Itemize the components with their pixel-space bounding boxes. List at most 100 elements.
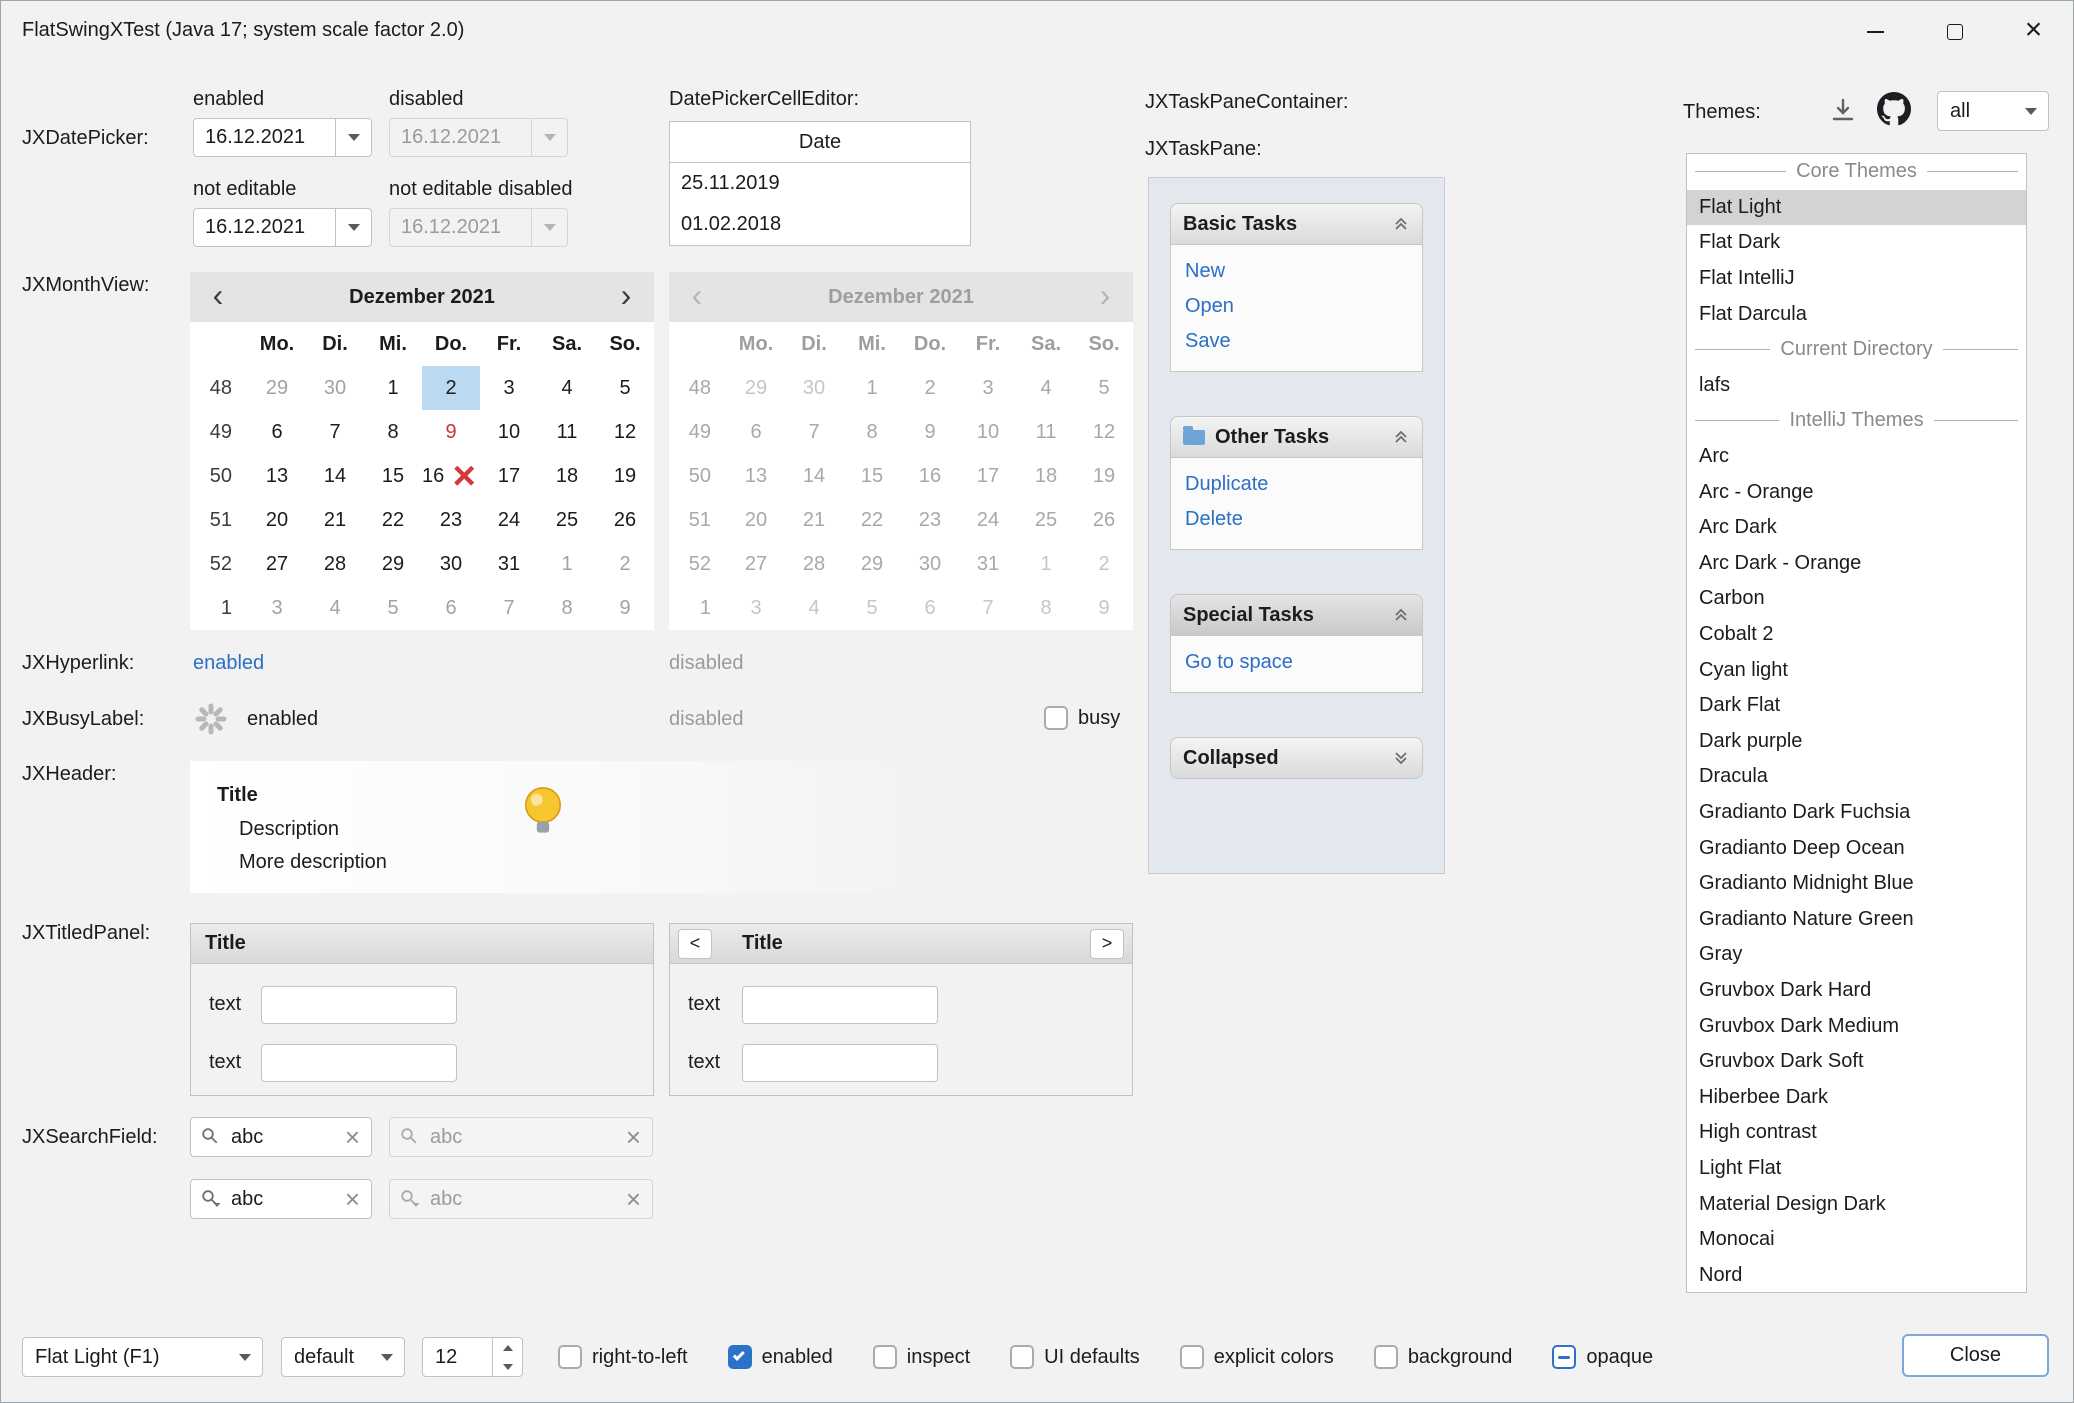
day-cell[interactable]: 8 [364, 410, 422, 454]
picker-dropdown-button[interactable] [335, 209, 371, 246]
search-input-value[interactable]: abc [222, 1126, 345, 1149]
task-link[interactable]: Open [1171, 289, 1422, 324]
day-cell[interactable]: 7 [480, 586, 538, 630]
search-icon[interactable] [200, 1126, 222, 1148]
font-combobox[interactable]: default [281, 1337, 405, 1377]
task-link[interactable]: Duplicate [1171, 467, 1422, 502]
day-cell[interactable]: 25 [538, 498, 596, 542]
theme-list-item[interactable]: Cyan light [1687, 652, 2026, 688]
month-view-enabled[interactable]: ‹Dezember 2021›Mo.Di.Mi.Do.Fr.Sa.So.4829… [190, 272, 654, 630]
theme-list-item[interactable]: Dark purple [1687, 724, 2026, 760]
theme-list-item[interactable]: Nord [1687, 1257, 2026, 1293]
day-cell[interactable]: 8 [538, 586, 596, 630]
theme-list-item[interactable]: Arc Dark [1687, 510, 2026, 546]
theme-list-item[interactable]: Gradianto Dark Fuchsia [1687, 795, 2026, 831]
maximize-button[interactable] [1915, 1, 1994, 63]
checkbox-right-to-left[interactable]: right-to-left [558, 1345, 688, 1369]
task-link[interactable]: Save [1171, 324, 1422, 359]
task-pane-header[interactable]: Special Tasks [1170, 594, 1423, 636]
download-icon[interactable] [1829, 96, 1857, 129]
theme-list-item[interactable]: Gruvbox Dark Hard [1687, 973, 2026, 1009]
day-cell[interactable]: 28 [306, 542, 364, 586]
day-cell[interactable]: 26 [596, 498, 654, 542]
checkbox-opaque[interactable]: opaque [1552, 1345, 1653, 1369]
theme-list-item[interactable]: Flat Light [1687, 190, 2026, 226]
day-cell[interactable]: 17 [480, 454, 538, 498]
day-cell[interactable]: 23 [422, 498, 480, 542]
day-cell[interactable]: 31 [480, 542, 538, 586]
theme-list-item[interactable]: Dracula [1687, 759, 2026, 795]
task-link[interactable]: Delete [1171, 502, 1422, 537]
theme-list-item[interactable]: Flat Darcula [1687, 296, 2026, 332]
font-size-spinner[interactable]: 12 [422, 1337, 523, 1377]
next-month-icon[interactable]: › [598, 279, 654, 315]
close-button[interactable]: Close [1902, 1334, 2049, 1377]
spinner-up-button[interactable] [493, 1338, 522, 1357]
text-field[interactable] [742, 986, 938, 1024]
task-link[interactable]: New [1171, 254, 1422, 289]
day-cell[interactable]: 5 [364, 586, 422, 630]
clear-icon[interactable]: × [345, 1186, 360, 1212]
clear-icon[interactable]: × [345, 1124, 360, 1150]
day-cell[interactable]: 15 [364, 454, 422, 498]
task-pane-header[interactable]: Other Tasks [1170, 416, 1423, 458]
theme-list-item[interactable]: Arc Dark - Orange [1687, 546, 2026, 582]
date-value[interactable]: 16.12.2021 [194, 126, 335, 149]
close-window-button[interactable]: × [1994, 1, 2073, 63]
day-cell[interactable]: 6 [422, 586, 480, 630]
day-cell[interactable]: 20 [248, 498, 306, 542]
theme-list-item[interactable]: Carbon [1687, 581, 2026, 617]
theme-list-item[interactable]: Arc [1687, 439, 2026, 475]
day-cell[interactable]: 2 [596, 542, 654, 586]
theme-list-item[interactable]: Gruvbox Dark Soft [1687, 1044, 2026, 1080]
day-cell[interactable]: 7 [306, 410, 364, 454]
theme-list-item[interactable]: Light Flat [1687, 1151, 2026, 1187]
collapse-icon[interactable] [1392, 606, 1410, 624]
theme-list-item[interactable]: Gruvbox Dark Medium [1687, 1008, 2026, 1044]
task-pane-header[interactable]: Collapsed [1170, 737, 1423, 779]
table-row[interactable]: 25.11.2019 [670, 163, 970, 204]
theme-list-item[interactable]: Arc - Orange [1687, 474, 2026, 510]
day-cell[interactable]: 5 [596, 366, 654, 410]
search-field-with-menu[interactable]: abc× [190, 1179, 372, 1219]
search-menu-icon[interactable] [200, 1188, 222, 1210]
theme-list-item[interactable]: Gradianto Deep Ocean [1687, 830, 2026, 866]
table-row[interactable]: 01.02.2018 [670, 204, 970, 245]
collapse-icon[interactable] [1392, 215, 1410, 233]
laf-combobox[interactable]: Flat Light (F1) [22, 1337, 263, 1377]
day-cell[interactable]: 29 [364, 542, 422, 586]
theme-list-item[interactable]: Cobalt 2 [1687, 617, 2026, 653]
github-icon[interactable] [1877, 92, 1911, 131]
checkbox-inspect[interactable]: inspect [873, 1345, 970, 1369]
hyperlink-enabled[interactable]: enabled [193, 652, 264, 675]
checkbox-busy[interactable]: busy [1044, 706, 1120, 730]
day-cell[interactable]: 3 [480, 366, 538, 410]
day-cell[interactable]: 13 [248, 454, 306, 498]
picker-dropdown-button[interactable] [335, 119, 371, 156]
day-cell[interactable]: 4 [306, 586, 364, 630]
spinner-value[interactable]: 12 [423, 1338, 492, 1376]
task-pane-header[interactable]: Basic Tasks [1170, 203, 1423, 245]
task-link[interactable]: Go to space [1171, 645, 1422, 680]
theme-filter-combobox[interactable]: all [1937, 91, 2049, 131]
search-field[interactable]: abc× [190, 1117, 372, 1157]
spinner-down-button[interactable] [493, 1357, 522, 1376]
checkbox-background[interactable]: background [1374, 1345, 1513, 1369]
day-cell[interactable]: 30 [306, 366, 364, 410]
day-cell[interactable]: 1 [364, 366, 422, 410]
day-cell[interactable]: 22 [364, 498, 422, 542]
collapse-icon[interactable] [1392, 428, 1410, 446]
day-cell[interactable]: 3 [248, 586, 306, 630]
text-field[interactable] [742, 1044, 938, 1082]
day-cell[interactable]: 29 [248, 366, 306, 410]
day-cell[interactable]: 1 [538, 542, 596, 586]
theme-list-item[interactable]: Gray [1687, 937, 2026, 973]
expand-icon[interactable] [1392, 749, 1410, 767]
search-input-value[interactable]: abc [222, 1188, 345, 1211]
panel-right-button[interactable]: > [1090, 929, 1124, 959]
theme-list[interactable]: Core ThemesFlat LightFlat DarkFlat Intel… [1686, 153, 2027, 1293]
theme-list-item[interactable]: Flat IntelliJ [1687, 261, 2026, 297]
day-cell[interactable]: 9 [596, 586, 654, 630]
day-cell[interactable]: 4 [538, 366, 596, 410]
date-picker-enabled[interactable]: 16.12.2021 [193, 118, 372, 157]
